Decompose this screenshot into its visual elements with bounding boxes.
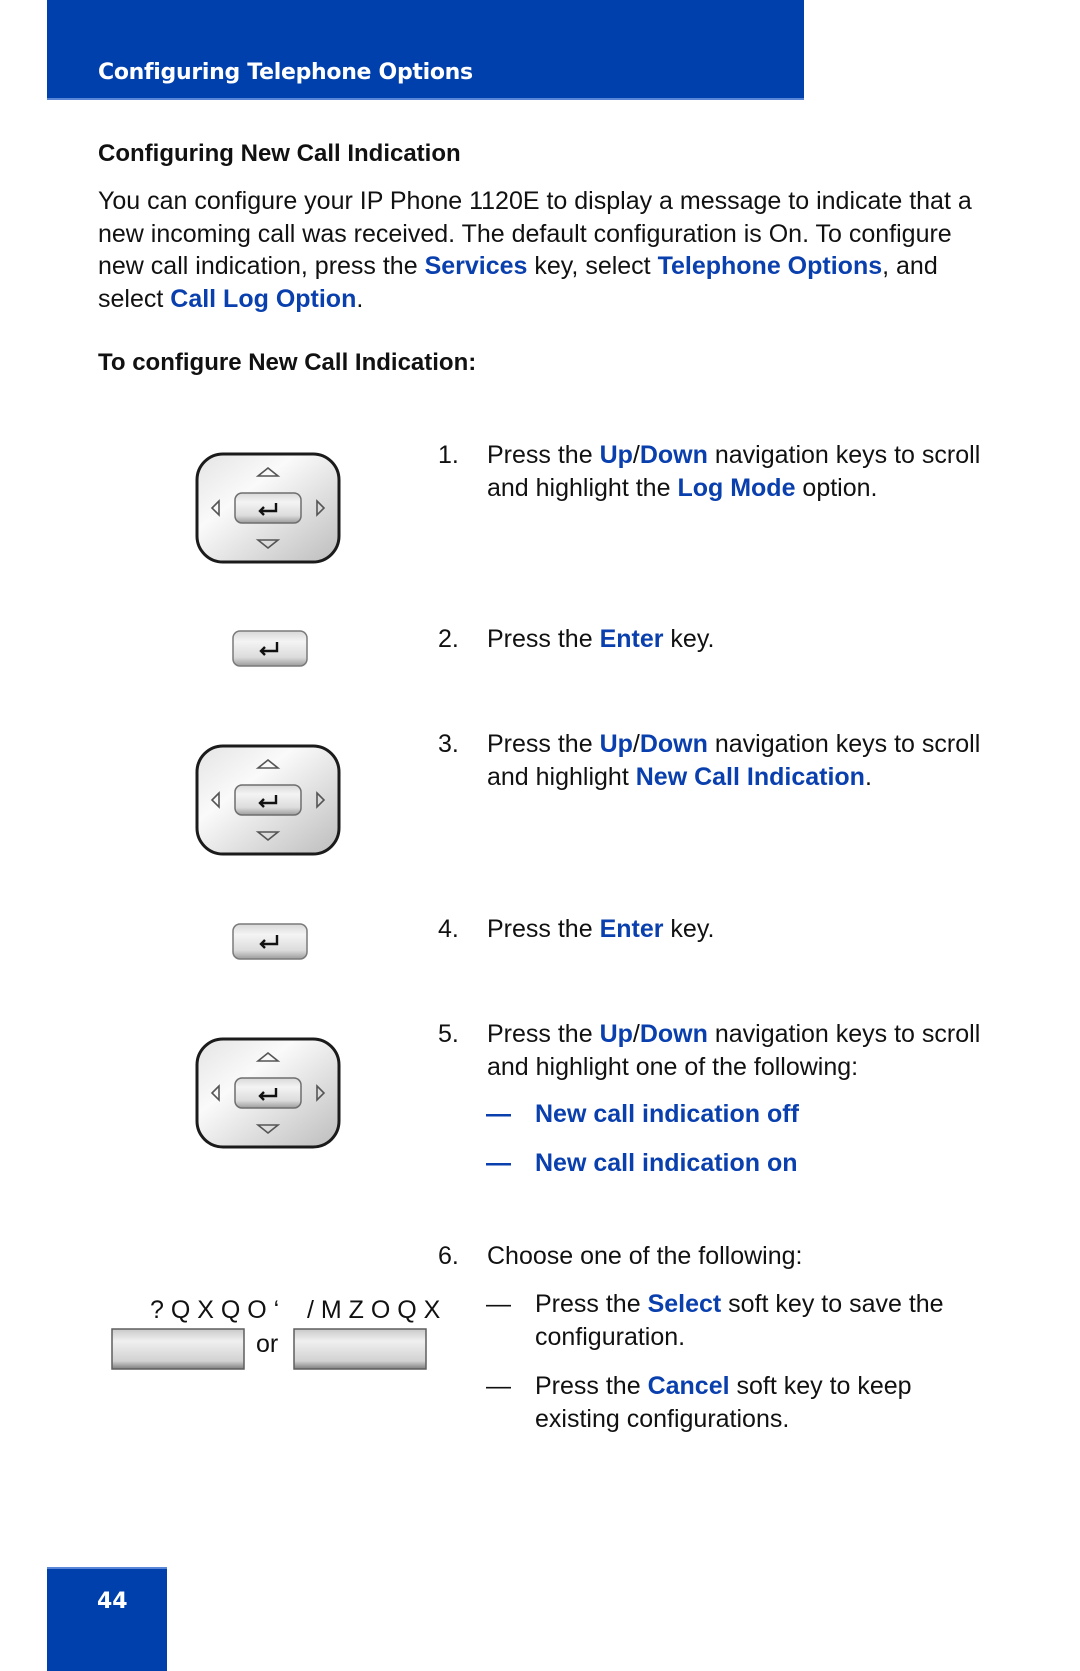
text-run: . [864, 762, 872, 791]
text-run: Press the [487, 441, 600, 469]
text-run: / [632, 1020, 640, 1048]
option-text: Press the Cancel soft key to keep existi… [535, 1370, 995, 1435]
navigation-cluster-icon [195, 744, 341, 856]
text-run: key. [663, 625, 715, 653]
procedure-title: To configure New Call Indication: [98, 349, 477, 376]
navigation-cluster-icon [195, 1037, 341, 1149]
dash: — [486, 1290, 511, 1318]
option-text: New call indication off [535, 1098, 995, 1131]
enter-key-icon [232, 630, 308, 667]
highlighted-term: Up [599, 1020, 633, 1048]
text-run: key. [663, 915, 715, 943]
highlighted-term: Down [639, 730, 708, 758]
text-run: / [632, 730, 640, 758]
enter-key-icon [232, 923, 308, 960]
highlighted-term: Services [424, 252, 528, 280]
highlighted-term: Enter [599, 625, 664, 653]
step-text: Press the Up/Down navigation keys to scr… [487, 1018, 997, 1083]
chapter-header-bar: Configuring Telephone Options [47, 0, 804, 100]
or-label: or [256, 1330, 279, 1358]
text-run: . [356, 284, 364, 313]
dash: — [486, 1372, 511, 1400]
step-text: Press the Enter key. [487, 623, 997, 656]
softkey-labels: ? Q X Q O ‘ / M Z O Q X [150, 1296, 441, 1324]
highlighted-term: New call indication off [535, 1100, 799, 1128]
text-run: Press the [487, 625, 600, 653]
text-run: key, select [527, 252, 658, 280]
intro-paragraph: You can configure your IP Phone 1120E to… [98, 185, 978, 315]
section-title: Configuring New Call Indication [98, 140, 461, 167]
highlighted-term: New Call Indication [635, 762, 865, 791]
page-number-box: 44 [47, 1567, 167, 1671]
cancel-soft-key-icon [293, 1328, 427, 1370]
text-run: option. [795, 473, 878, 502]
text-run: Press the [535, 1290, 648, 1318]
highlighted-term: Cancel [647, 1372, 730, 1400]
step-text: Press the Up/Down navigation keys to scr… [487, 728, 997, 793]
step-number: 6. [438, 1242, 459, 1270]
text-run: Press the [487, 1020, 600, 1048]
step-number: 2. [438, 625, 459, 653]
text-run: Press the [535, 1372, 648, 1400]
navigation-cluster-icon [195, 452, 341, 564]
step-number: 1. [438, 441, 459, 469]
highlighted-term: Telephone Options [657, 252, 883, 280]
highlighted-term: New call indication on [535, 1149, 798, 1177]
step-text: Choose one of the following: [487, 1240, 997, 1273]
highlighted-term: Down [639, 441, 708, 469]
highlighted-term: Call Log Option [170, 284, 357, 313]
highlighted-term: Select [647, 1290, 722, 1318]
option-text: Press the Select soft key to save the co… [535, 1288, 995, 1353]
step-number: 4. [438, 915, 459, 943]
highlighted-term: Up [599, 441, 633, 469]
step-text: Press the Enter key. [487, 913, 997, 946]
highlighted-term: Down [639, 1020, 708, 1048]
highlighted-term: Up [599, 730, 633, 758]
dash: — [486, 1149, 511, 1177]
text-run: / [632, 441, 640, 469]
text-run: Press the [487, 915, 600, 943]
select-soft-key-icon [111, 1328, 245, 1370]
highlighted-term: Log Mode [677, 473, 796, 502]
step-number: 5. [438, 1020, 459, 1048]
page-number: 44 [97, 1589, 128, 1614]
dash: — [486, 1100, 511, 1128]
text-run: Press the [487, 730, 600, 758]
highlighted-term: Enter [599, 915, 664, 943]
step-text: Press the Up/Down navigation keys to scr… [487, 439, 997, 504]
step-number: 3. [438, 730, 459, 758]
text-run: Choose one of the following: [487, 1242, 803, 1270]
option-text: New call indication on [535, 1147, 995, 1180]
chapter-title: Configuring Telephone Options [98, 60, 473, 85]
